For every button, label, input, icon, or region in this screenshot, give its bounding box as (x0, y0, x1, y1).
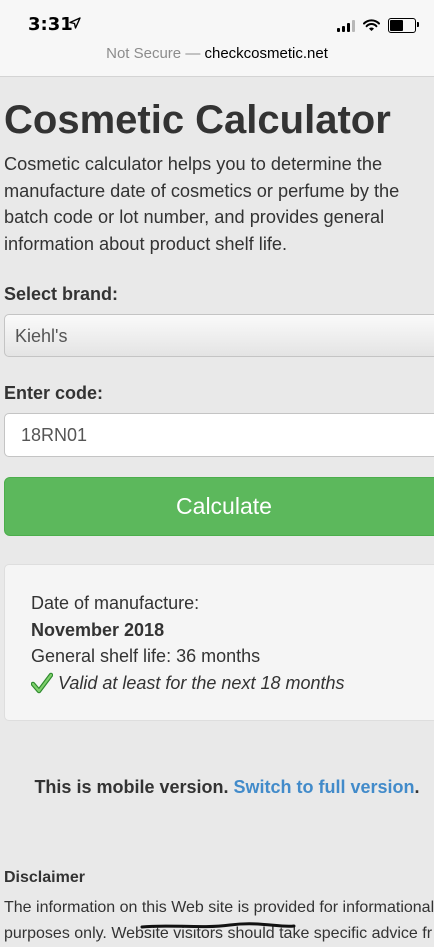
url-domain: checkcosmetic.net (204, 45, 328, 62)
brand-label: Select brand: (4, 284, 119, 304)
manufacture-date: November 2018 (31, 619, 165, 640)
disclaimer-line-1: The information on this Web site is prov… (4, 899, 434, 916)
full-version-link[interactable]: Switch to full version (234, 777, 415, 797)
wifi-icon (363, 19, 380, 31)
scribble-mark (140, 922, 296, 929)
mobile-version-text: This is mobile version. (34, 777, 229, 797)
code-input[interactable]: 18RN01 (4, 413, 434, 457)
url-bar[interactable]: Not Secure — checkcosmetic.net (0, 45, 434, 62)
page-content: Cosmetic Calculator Cosmetic calculator … (4, 77, 434, 947)
brand-select[interactable]: Kiehl's (4, 314, 434, 357)
brand-select-value: Kiehl's (15, 326, 68, 346)
cellular-signal-icon (337, 19, 355, 32)
url-separator: — (185, 45, 201, 62)
mobile-version-note: This is mobile version. Switch to full v… (4, 777, 434, 798)
page-title: Cosmetic Calculator (4, 98, 391, 142)
security-label: Not Secure (106, 45, 182, 62)
validity-row: Valid at least for the next 18 months (31, 670, 434, 697)
checkmark-icon (31, 672, 53, 693)
code-label: Enter code: (4, 383, 104, 403)
disclaimer-text: The information on this Web site is prov… (4, 895, 434, 947)
mobile-note-period: . (414, 777, 420, 797)
result-panel: Date of manufacture: November 2018 Gener… (4, 564, 434, 721)
calculate-button[interactable]: Calculate (4, 477, 434, 536)
status-indicators (337, 18, 419, 33)
battery-icon (388, 18, 419, 33)
code-input-value: 18RN01 (21, 425, 88, 445)
disclaimer-title: Disclaimer (4, 869, 85, 886)
manufacture-label: Date of manufacture: (31, 593, 200, 613)
intro-text: Cosmetic calculator helps you to determi… (4, 154, 400, 254)
validity-text: Valid at least for the next 18 months (58, 672, 345, 693)
shelf-life: General shelf life: 36 months (31, 646, 261, 666)
browser-status-bar: 3:31 Not Secure — checkcosmetic.net (0, 0, 434, 77)
location-arrow-icon (69, 17, 81, 29)
status-time: 3:31 (28, 14, 73, 35)
